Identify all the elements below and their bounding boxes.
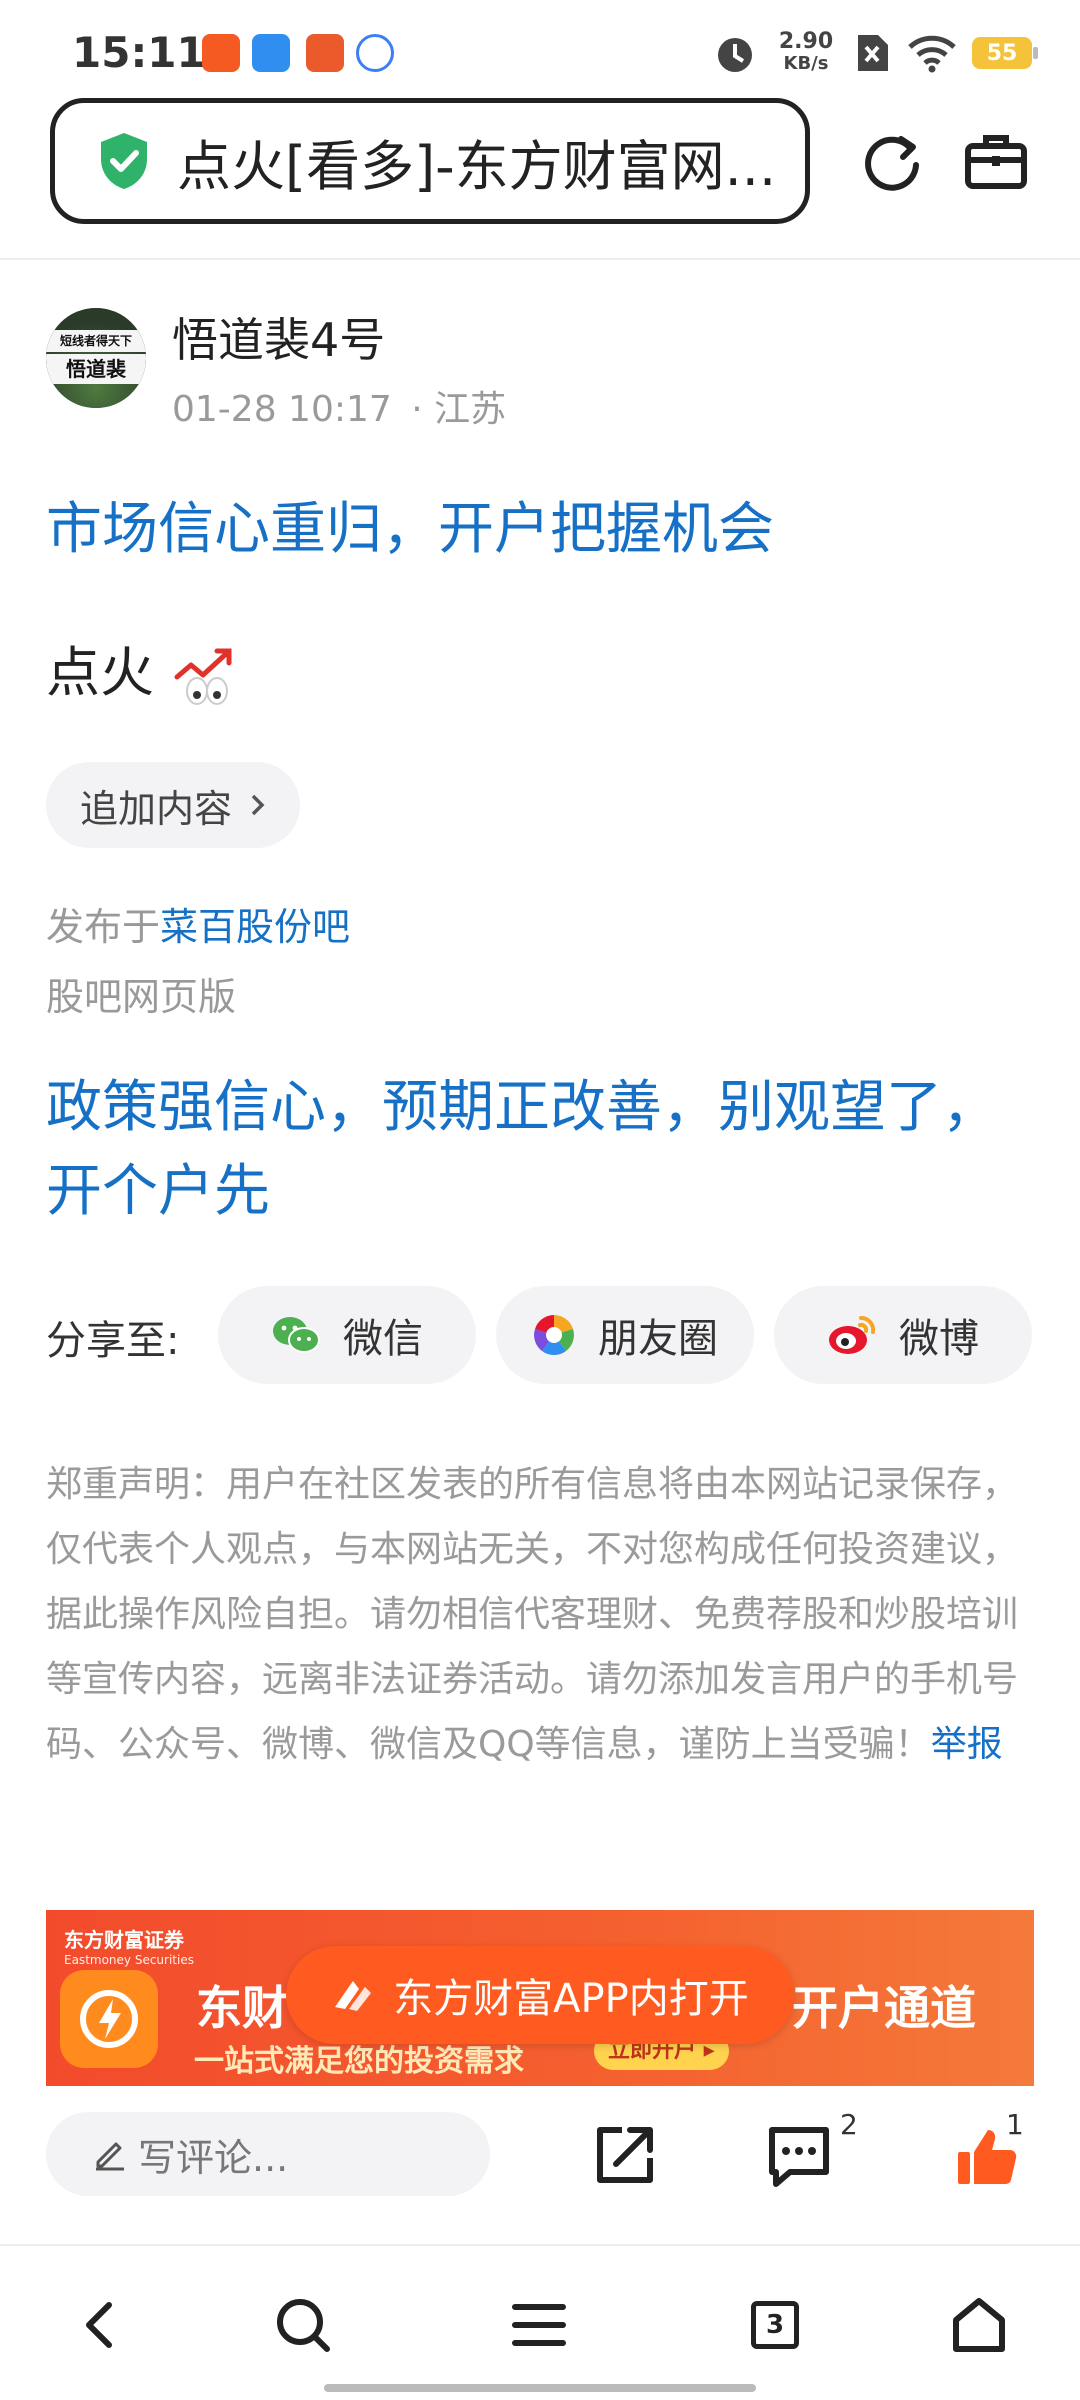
baidu-notification-icon [356,34,394,72]
weibo-icon [829,1315,876,1354]
alarm-icon [718,38,752,72]
home-icon [953,2298,1005,2352]
search-button[interactable] [268,2290,338,2360]
share-weibo-label: 微博 [899,1316,979,1362]
refresh-icon [865,136,919,191]
banner-headline-right: 开户通道 [792,1981,976,2035]
avatar-text: 悟道裴 [46,354,146,384]
web-version-label: 股吧网页版 [46,975,237,1019]
share-weibo-button[interactable]: 微博 [774,1286,1032,1384]
comment-placeholder: 写评论... [138,2135,289,2180]
home-button[interactable] [944,2290,1014,2360]
share-moments-label: 朋友圈 [598,1316,718,1362]
tabs-button[interactable]: 3 [740,2290,810,2360]
banner-brand: 东方财富证券 Eastmoney Securities [64,1924,194,1967]
published-info: 发布于菜百股份吧 [46,896,350,951]
avatar[interactable]: 短线者得天下 悟道裴 [46,308,146,408]
gesture-home-indicator[interactable] [324,2384,756,2392]
published-prefix: 发布于 [46,905,161,949]
sim-off-icon [858,35,888,71]
external-share-icon [597,2127,653,2183]
header-divider [0,258,1080,260]
share-label: 分享至: [46,1318,180,1364]
back-arrow-icon [86,2302,112,2348]
eastmoney-logo-icon [335,1981,372,2011]
add-content-button[interactable]: 追加内容 [46,762,301,848]
stock-up-eyes-emoji-icon [174,648,232,706]
share-out-button[interactable] [588,2118,662,2192]
post-location: · 江苏 [411,389,507,430]
app-notification-icon [252,34,290,72]
status-icons: 2.90 KB/s 55 [712,29,1038,76]
comment-input[interactable]: 写评论... [46,2112,490,2196]
address-bar[interactable]: 点火[看多]-东方财富网... [50,98,810,224]
banner-headline-left: 东财 [196,1981,288,2035]
like-count: 1 [1006,2108,1024,2141]
menu-icon [512,2304,566,2346]
chevron-right-icon [251,794,265,816]
network-speed: 2.90 KB/s [778,29,834,75]
post-text: 点火 [46,641,154,704]
avatar-text: 短线者得天下 [46,330,146,352]
page-title: 点火[看多]-东方财富网... [177,134,777,198]
promo-link[interactable]: 政策强信心，预期正改善，别观望了，开个户先 [46,1066,1036,1234]
app-logo-icon [60,1970,158,2068]
post-title[interactable]: 市场信心重归，开户把握机会 [46,484,774,565]
status-time: 15:11 [72,28,206,77]
post-body: 点火 [46,628,237,707]
comment-icon [769,2127,829,2187]
share-wechat-button[interactable]: 微信 [218,1286,476,1384]
pencil-icon [96,2142,124,2171]
tab-count: 3 [751,2301,799,2349]
report-link[interactable]: 举报 [931,1724,1003,1765]
banner-brand-cn: 东方财富证券 [64,1928,184,1952]
post-datetime: 01-28 10:17 [172,389,392,430]
app-notification-icon [202,34,240,72]
open-in-app-button[interactable]: 东方财富APP内打开 [286,1946,794,2044]
refresh-button[interactable] [852,122,932,202]
taobao-notification-icon [306,34,344,72]
disclaimer-text: 郑重声明：用户在社区发表的所有信息将由本网站记录保存，仅代表个人观点，与本网站无… [46,1464,1019,1765]
search-icon [277,2299,330,2352]
bottom-divider [0,2244,1080,2246]
share-wechat-label: 微信 [343,1316,423,1362]
stock-bar-link[interactable]: 菜百股份吧 [160,905,350,949]
share-moments-button[interactable]: 朋友圈 [496,1286,754,1384]
moments-icon [534,1315,574,1355]
disclaimer: 郑重声明：用户在社区发表的所有信息将由本网站记录保存，仅代表个人观点，与本网站无… [46,1452,1036,1777]
secure-shield-icon [101,133,147,189]
battery-icon: 55 [972,37,1038,69]
wifi-icon [908,35,956,73]
add-content-label: 追加内容 [80,786,233,831]
banner-brand-en: Eastmoney Securities [64,1953,194,1967]
comment-count: 2 [840,2108,858,2141]
post-meta: 01-28 10:17 · 江苏 [172,380,506,432]
toolbox-icon [965,135,1027,189]
open-in-app-label: 东方财富APP内打开 [393,1976,749,2022]
wechat-icon [273,1317,320,1353]
menu-button[interactable] [504,2290,574,2360]
toolbox-button[interactable] [956,122,1036,202]
comments-button[interactable] [760,2118,838,2196]
author-name[interactable]: 悟道裴4号 [172,304,385,370]
back-button[interactable] [64,2290,134,2360]
